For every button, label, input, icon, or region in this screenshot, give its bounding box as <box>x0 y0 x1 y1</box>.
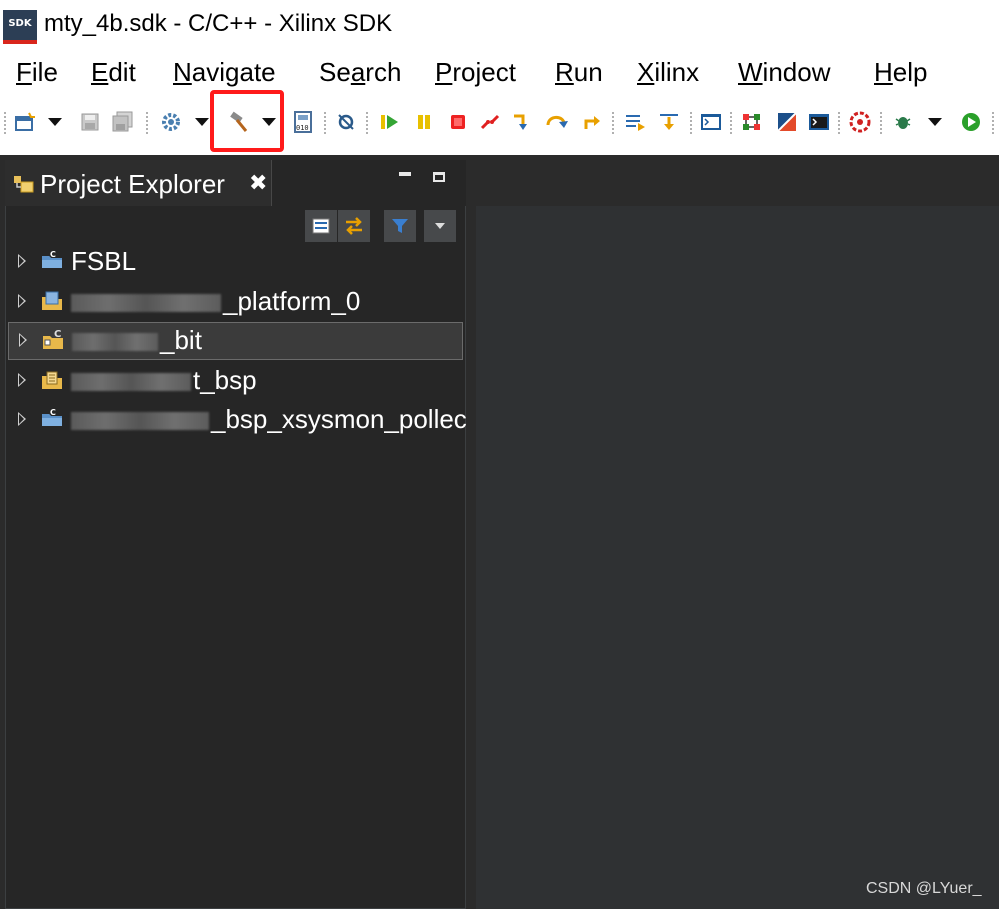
toolbar-separator <box>324 112 328 134</box>
toolbar-separator <box>366 112 370 134</box>
project-explorer-header <box>271 160 466 206</box>
expand-arrow-icon[interactable] <box>18 294 26 308</box>
debug-dropdown-icon[interactable] <box>924 108 946 136</box>
resume-icon[interactable] <box>376 108 402 136</box>
tree-item-label: FSBL <box>71 246 137 276</box>
window-title: mty_4b.sdk - C/C++ - Xilinx SDK <box>44 10 393 37</box>
menu-search[interactable]: Search <box>319 57 401 88</box>
toolbar-separator <box>612 112 616 134</box>
toolbar-separator <box>992 112 996 134</box>
project-explorer-toolbar <box>305 210 456 242</box>
tree-item-fsbl[interactable]: C FSBL <box>8 244 463 282</box>
xilinx-tool-icon[interactable] <box>774 108 800 136</box>
step-over-icon[interactable] <box>544 108 570 136</box>
tree-item-platform[interactable]: _platform_0 <box>8 284 463 322</box>
c-project-icon: C <box>40 408 64 433</box>
tree-item-label: t_bsp <box>71 365 257 396</box>
terminate-icon[interactable] <box>446 108 470 136</box>
redacted-text <box>72 333 158 352</box>
run-icon[interactable] <box>958 108 984 136</box>
c-project-icon: C <box>40 250 64 275</box>
tab-project-explorer[interactable]: Project Explorer ✖ <box>5 160 272 206</box>
close-icon[interactable]: ✖ <box>249 170 267 196</box>
toolbar-separator <box>690 112 694 134</box>
title-bar: SDK mty_4b.sdk - C/C++ - Xilinx SDK <box>0 0 999 52</box>
project-explorer-title: Project Explorer <box>40 169 225 199</box>
svg-text:010: 010 <box>296 124 309 132</box>
filter-icon[interactable] <box>384 210 416 242</box>
minimize-icon[interactable] <box>399 172 411 176</box>
instruction-step-icon[interactable] <box>622 108 648 136</box>
tree-item-label: _bsp_xsysmon_pollec <box>71 404 467 435</box>
link-editor-icon[interactable] <box>338 210 370 242</box>
expand-arrow-icon[interactable] <box>18 373 26 387</box>
debug-config-icon[interactable] <box>846 108 874 136</box>
menu-file[interactable]: File <box>16 57 58 88</box>
tree-item-bsp[interactable]: t_bsp <box>8 363 463 401</box>
tree-item-bsp-xsysmon[interactable]: C _bsp_xsysmon_pollec <box>8 402 467 440</box>
bsp-project-icon <box>40 369 64 396</box>
toolbar-separator <box>146 112 150 134</box>
menu-help[interactable]: Help <box>874 57 927 88</box>
skip-breakpoints-icon[interactable] <box>334 108 358 136</box>
editor-tab-strip <box>476 160 999 206</box>
hardware-platform-icon <box>40 290 64 317</box>
xilinx-sdk-app-icon: SDK <box>3 10 37 44</box>
maximize-icon[interactable] <box>433 172 445 182</box>
bug-icon[interactable] <box>890 108 916 136</box>
main-toolbar: 010 <box>0 98 999 155</box>
tree-item-label: _bit <box>72 325 202 356</box>
tree-item-bit-selected[interactable]: C _bit <box>8 322 463 360</box>
suspend-icon[interactable] <box>412 108 436 136</box>
menu-project[interactable]: Project <box>435 57 516 88</box>
console-icon[interactable] <box>806 108 832 136</box>
drop-to-frame-icon[interactable] <box>656 108 682 136</box>
step-into-icon[interactable] <box>510 108 534 136</box>
redacted-text <box>71 412 209 431</box>
svg-text:C: C <box>50 408 56 417</box>
project-explorer-icon <box>13 175 35 200</box>
toolbar-separator <box>4 112 8 134</box>
redacted-text <box>71 373 191 392</box>
expand-arrow-icon[interactable] <box>19 333 27 347</box>
menu-edit[interactable]: Edit <box>91 57 136 88</box>
toolbar-separator <box>838 112 842 134</box>
disconnect-icon[interactable] <box>478 108 502 136</box>
settings-icon[interactable] <box>738 108 766 136</box>
save-icon[interactable] <box>78 108 102 136</box>
tree-item-label: _platform_0 <box>71 286 360 317</box>
menu-navigate[interactable]: Navigate <box>173 57 276 88</box>
gear-dropdown-icon[interactable] <box>192 108 212 136</box>
gear-icon[interactable] <box>158 108 184 136</box>
save-all-icon[interactable] <box>110 108 136 136</box>
terminal-icon[interactable] <box>698 108 724 136</box>
menu-bar: File Edit Navigate Search Project Run Xi… <box>0 52 999 98</box>
program-fpga-icon[interactable]: 010 <box>290 108 316 136</box>
menu-window[interactable]: Window <box>738 57 830 88</box>
step-return-icon[interactable] <box>580 108 604 136</box>
toolbar-separator <box>730 112 734 134</box>
build-button-highlight <box>210 90 284 152</box>
watermark-text: CSDN @LYuer_ <box>866 880 982 897</box>
toolbar-separator <box>880 112 884 134</box>
new-icon[interactable] <box>12 108 38 136</box>
svg-text:C: C <box>50 250 56 259</box>
expand-arrow-icon[interactable] <box>18 254 26 268</box>
redacted-text <box>71 294 221 313</box>
new-dropdown-icon[interactable] <box>44 108 66 136</box>
menu-xilinx[interactable]: Xilinx <box>637 57 699 88</box>
collapse-all-icon[interactable] <box>305 210 337 242</box>
view-menu-icon[interactable] <box>424 210 456 242</box>
svg-text:C: C <box>54 329 61 340</box>
editor-area <box>476 160 999 909</box>
menu-run[interactable]: Run <box>555 57 603 88</box>
application-project-icon: C <box>41 329 65 356</box>
expand-arrow-icon[interactable] <box>18 412 26 426</box>
